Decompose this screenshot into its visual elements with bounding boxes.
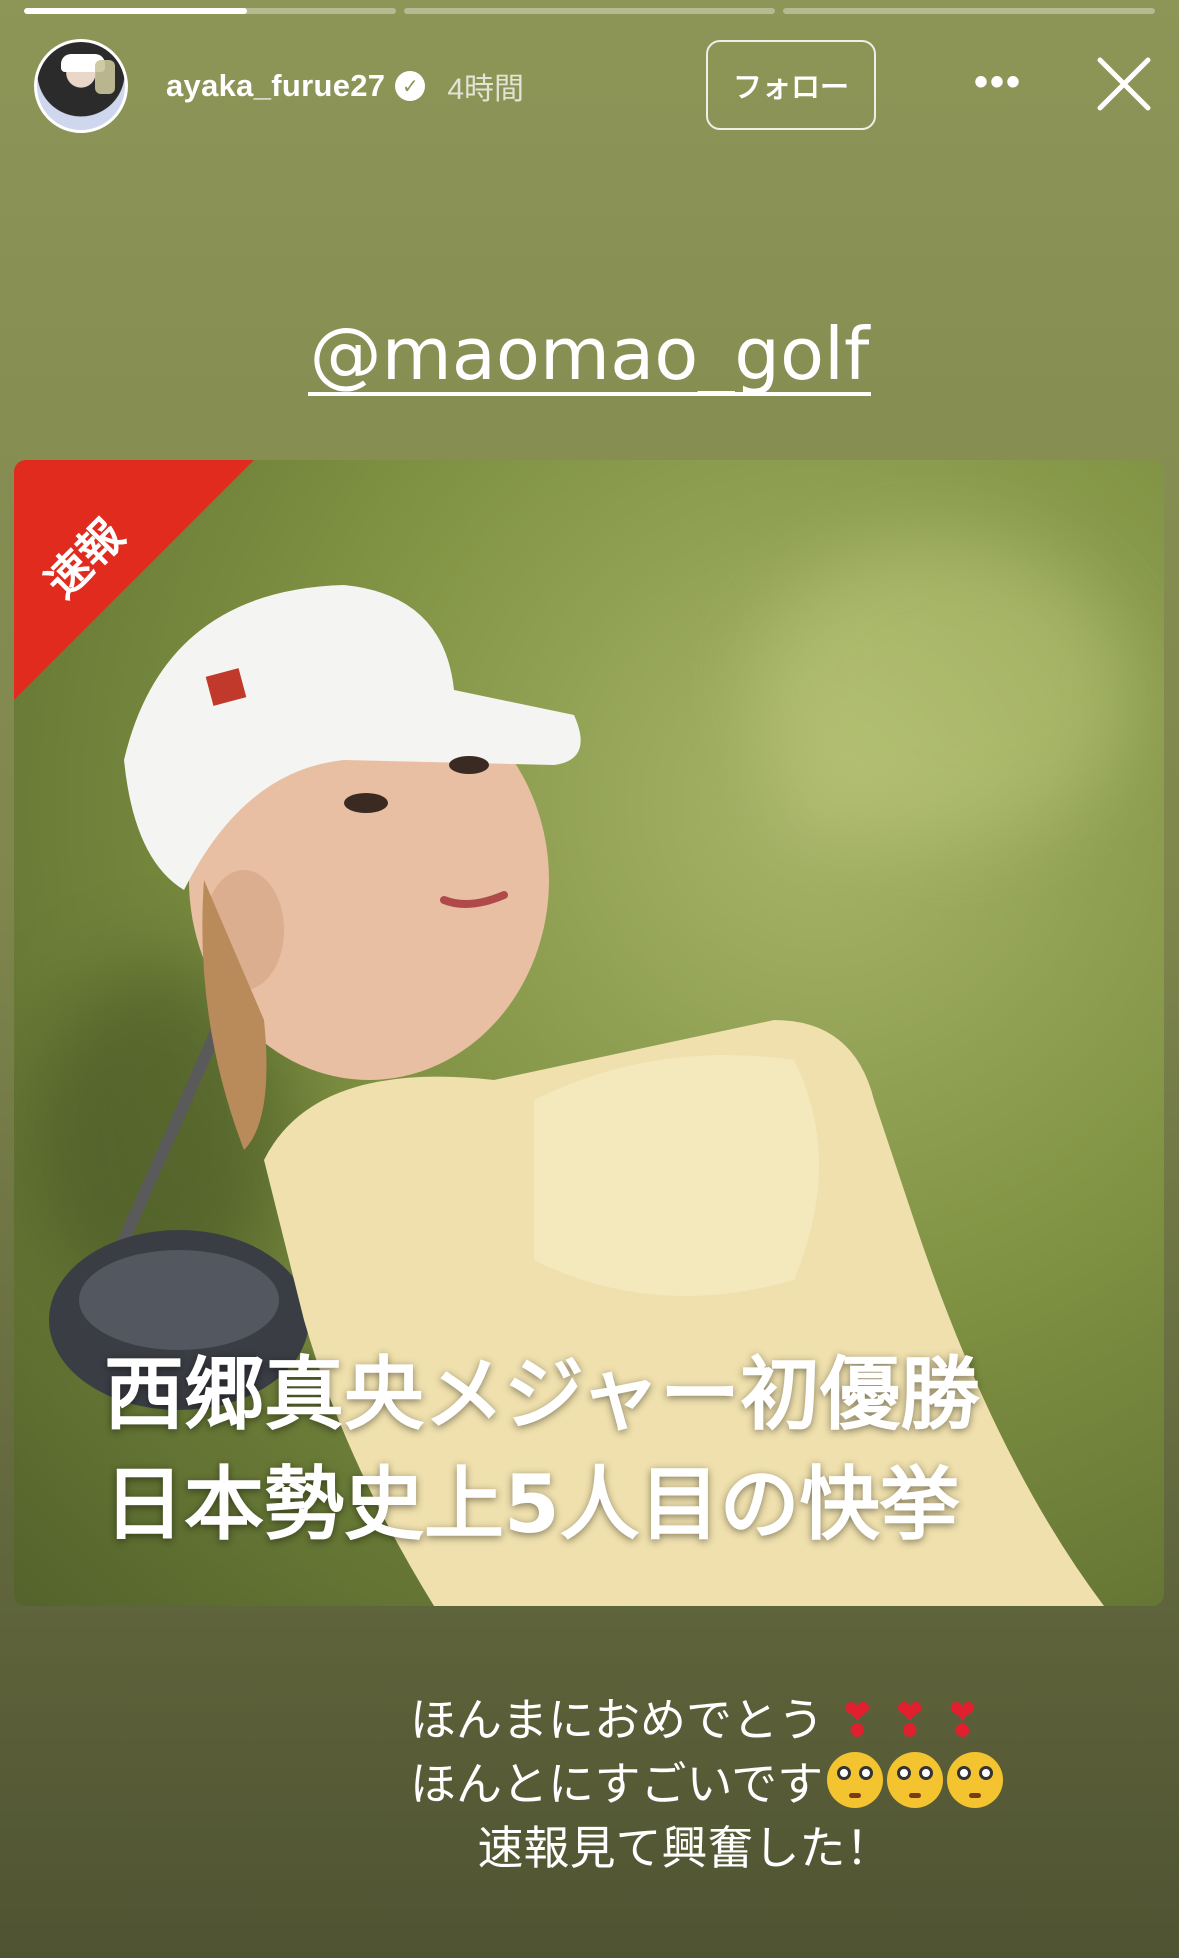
username[interactable]: ayaka_furue27 [166,68,385,104]
avatar[interactable] [34,39,128,133]
mention-text[interactable]: @maomao_golf [307,318,872,396]
verified-badge-icon: ✓ [395,71,426,101]
progress-segment-1 [24,8,396,14]
story-header: ayaka_furue27 ✓ 4時間 フォロー ••• [34,38,1151,134]
mention-sticker[interactable]: @maomao_golf [0,318,1179,396]
caption-line-2: ほんとにすごいです [410,1757,824,1811]
heart-exclamation-icon: ❣ [890,1693,930,1747]
progress-segment-3 [783,8,1156,14]
flushed-face-icon [827,1752,884,1808]
post-time: 4時間 [447,73,525,106]
close-icon[interactable] [1092,52,1156,116]
progress-segment-2 [403,8,776,14]
story-progress-bar [24,8,1156,14]
headline-line-1: 西郷真央メジャー初優勝 [104,1348,980,1441]
follow-button[interactable]: フォロー [706,40,876,130]
heart-exclamation-icon: ❣ [838,1693,877,1747]
headline: 西郷真央メジャー初優勝 日本勢史上5人目の快挙 [104,1340,980,1560]
caption-line-3: 速報見て興奮した！ [477,1821,892,1875]
flushed-face-icon [947,1752,1004,1808]
heart-exclamation-icon: ❣ [943,1693,982,1747]
headline-line-2: 日本勢史上5人目の快挙 [104,1458,960,1551]
flushed-face-icon [887,1752,944,1808]
shared-post-image[interactable]: 速報 西郷真央メジャー初優勝 日本勢史上5人目の快挙 [14,460,1164,1606]
more-options-icon[interactable]: ••• [974,60,1022,105]
caption-line-1: ほんまにおめでとう [410,1693,824,1747]
story-caption: ほんまにおめでとう ❣ ❣ ❣ ほんとにすごいです 速報見て興奮した！ [0,1688,1179,1880]
